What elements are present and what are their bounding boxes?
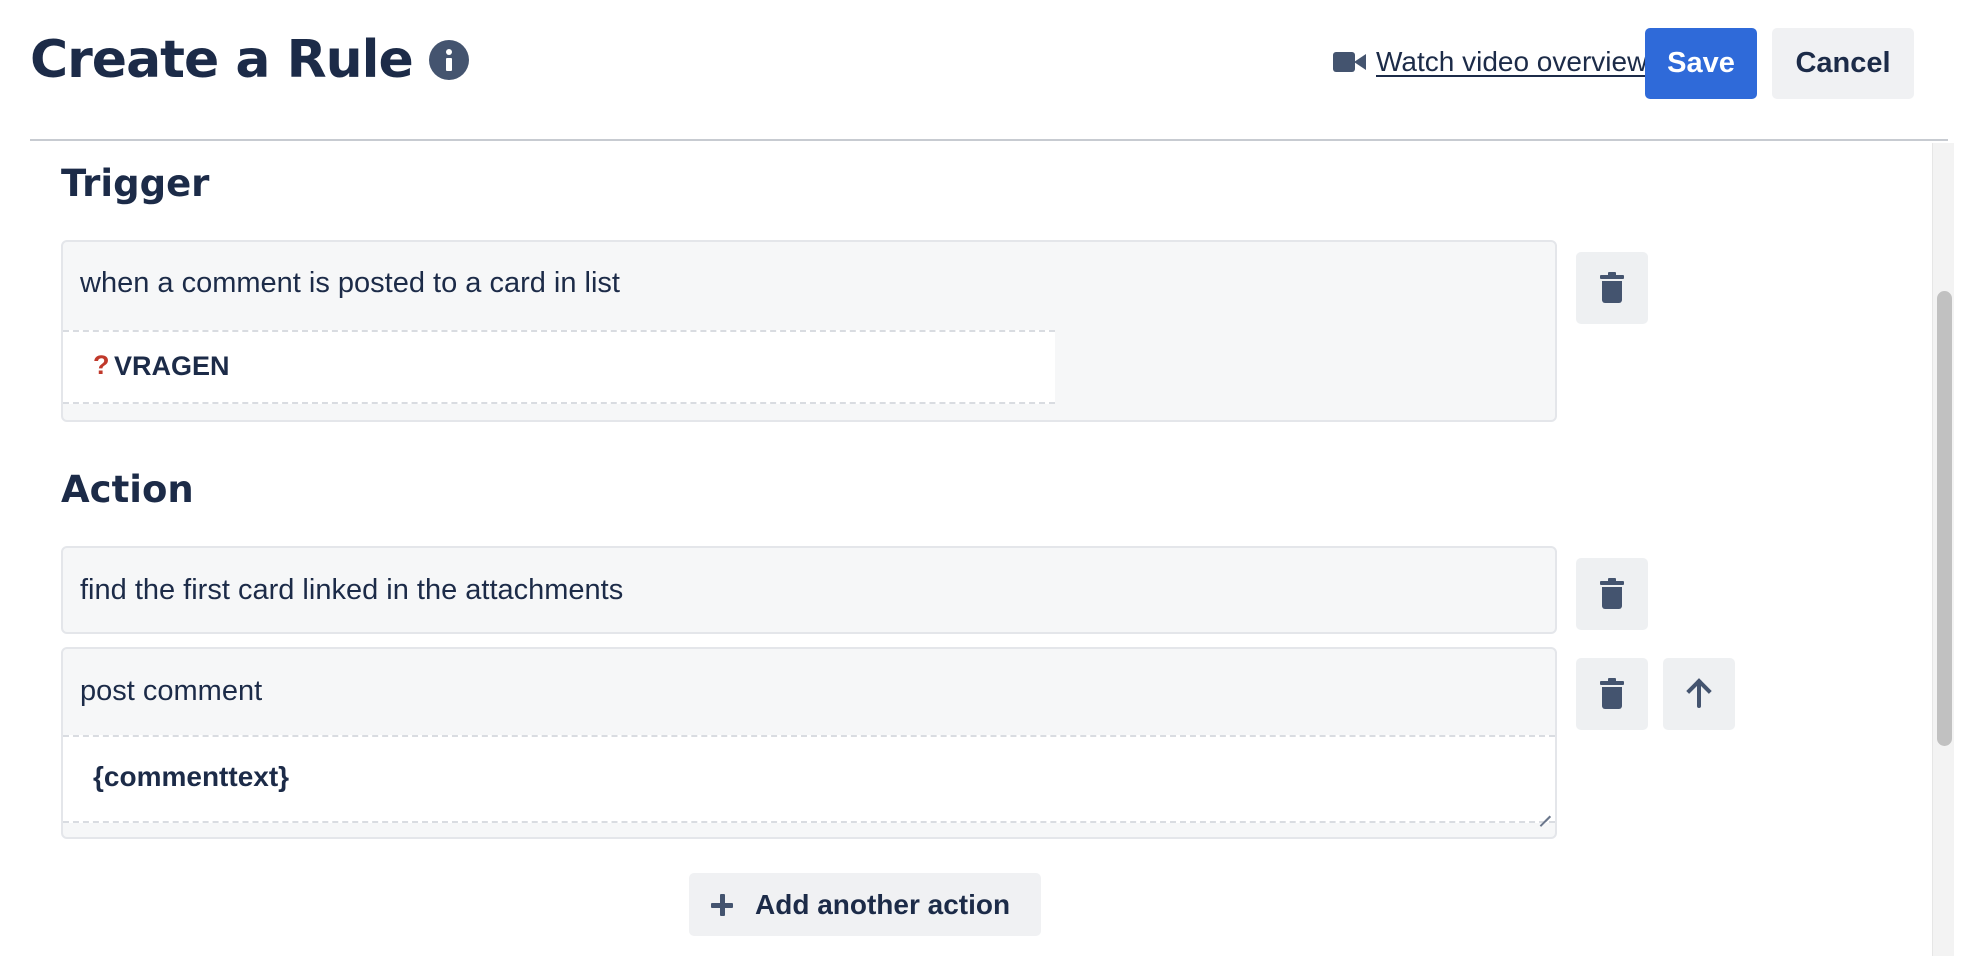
page-title: Create a Rule	[30, 30, 414, 90]
add-action-label: Add another action	[755, 888, 1011, 920]
action-heading: Action	[61, 468, 194, 511]
info-icon[interactable]	[428, 40, 469, 80]
arrow-up-icon	[1686, 678, 1712, 708]
trigger-block[interactable]: when a comment is posted to a card in li…	[61, 240, 1557, 422]
page-header: Create a Rule Watch video overview Save …	[30, 0, 1948, 141]
action-block-find-card[interactable]: find the first card linked in the attach…	[61, 546, 1557, 634]
scrollbar[interactable]	[1932, 143, 1954, 956]
watch-video-label[interactable]: Watch video overview	[1376, 46, 1647, 78]
resize-handle-icon[interactable]	[1537, 803, 1553, 819]
trash-icon	[1600, 578, 1624, 610]
save-button[interactable]: Save	[1645, 28, 1757, 99]
title-group: Create a Rule	[30, 30, 469, 90]
watch-video-link[interactable]: Watch video overview	[1333, 46, 1647, 78]
delete-action-button[interactable]	[1576, 558, 1648, 630]
question-mark-icon: ?	[93, 350, 110, 380]
rule-editor-page: Create a Rule Watch video overview Save …	[0, 0, 1966, 956]
action-text: find the first card linked in the attach…	[80, 574, 624, 606]
trash-icon	[1600, 272, 1624, 304]
delete-trigger-button[interactable]	[1576, 252, 1648, 324]
action-block-post-comment[interactable]: post comment {commenttext}	[61, 647, 1557, 839]
action-text: post comment	[80, 675, 263, 707]
trash-icon	[1600, 678, 1624, 710]
comment-textarea[interactable]: {commenttext}	[63, 735, 1555, 823]
delete-action-button[interactable]	[1576, 658, 1648, 730]
cancel-button[interactable]: Cancel	[1772, 28, 1914, 99]
video-camera-icon	[1333, 51, 1367, 73]
trigger-heading: Trigger	[61, 162, 210, 205]
comment-value: {commenttext}	[93, 761, 290, 792]
list-name: VRAGEN	[114, 351, 230, 381]
move-up-button[interactable]	[1663, 658, 1735, 730]
add-action-button[interactable]: Add another action	[689, 873, 1041, 936]
trigger-text: when a comment is posted to a card in li…	[80, 267, 620, 299]
trigger-list-field[interactable]: ? VRAGEN	[63, 330, 1055, 404]
scrollbar-thumb[interactable]	[1937, 291, 1952, 746]
plus-icon	[711, 893, 733, 916]
